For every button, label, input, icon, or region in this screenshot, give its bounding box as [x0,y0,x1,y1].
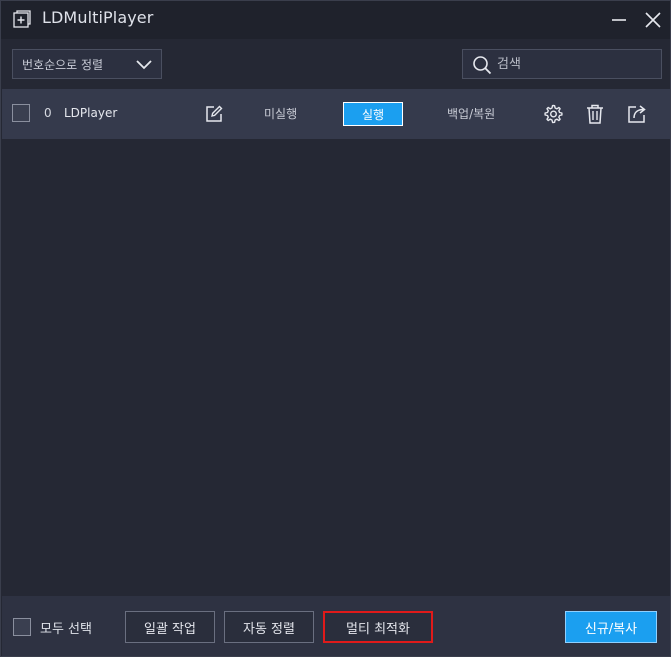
auto-sort-button[interactable]: 자동 정렬 [224,611,314,643]
player-row[interactable]: 0 LDPlayer 미실행 실행 백업/복원 [2,89,670,139]
footer-bar: 모두 선택 일괄 작업 자동 정렬 멀티 최적화 신규/복사 [2,596,670,656]
minimize-icon[interactable] [609,10,629,30]
multiplayer-window: LDMultiPlayer 번호순으로 정렬 0 LDPlayer [0,0,671,657]
search-box[interactable] [462,49,662,79]
search-icon [473,56,492,75]
player-index: 0 [44,106,52,120]
row-checkbox[interactable] [12,104,30,122]
sort-dropdown-label: 번호순으로 정렬 [22,58,104,72]
sort-dropdown[interactable]: 번호순으로 정렬 [12,49,162,79]
new-copy-button[interactable]: 신규/복사 [565,611,657,643]
app-logo-icon [13,10,31,28]
select-all-label[interactable]: 모두 선택 [40,618,92,637]
multi-optimize-button[interactable]: 멀티 최적화 [323,611,433,643]
toolbar: 번호순으로 정렬 [1,39,670,89]
window-title: LDMultiPlayer [42,8,154,27]
batch-operation-button[interactable]: 일괄 작업 [125,611,215,643]
select-all-checkbox[interactable] [13,618,31,636]
player-status: 미실행 [264,107,298,121]
title-bar[interactable]: LDMultiPlayer [1,1,670,39]
gear-icon[interactable] [542,103,564,125]
trash-icon[interactable] [584,103,606,125]
chevron-down-icon [136,60,152,70]
search-input[interactable] [497,54,657,74]
player-list: 0 LDPlayer 미실행 실행 백업/복원 [2,89,670,596]
backup-restore-link[interactable]: 백업/복원 [447,105,495,122]
share-icon[interactable] [626,103,648,125]
run-button[interactable]: 실행 [343,102,403,126]
edit-icon[interactable] [204,104,224,124]
player-name: LDPlayer [64,106,118,120]
close-icon[interactable] [643,10,663,30]
